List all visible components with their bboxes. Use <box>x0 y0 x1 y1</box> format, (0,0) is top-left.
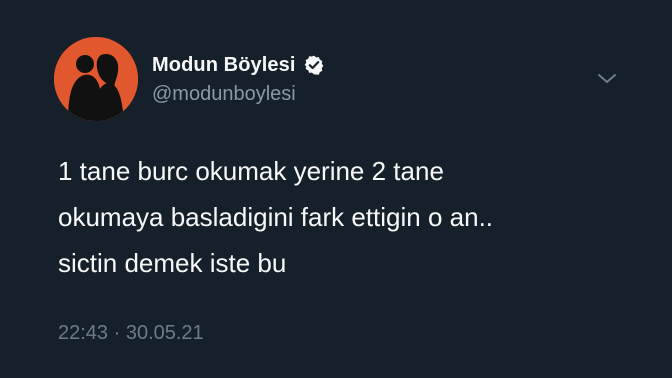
couple-silhouette-icon <box>54 37 138 121</box>
tweet-card: Modun Böylesi @modunboylesi 1 tane burc … <box>0 0 672 378</box>
avatar[interactable] <box>54 37 138 121</box>
handle[interactable]: @modunboylesi <box>152 83 296 106</box>
author-row: Modun Böylesi <box>152 51 325 79</box>
more-options-button[interactable] <box>592 66 622 92</box>
display-name[interactable]: Modun Böylesi <box>152 54 296 77</box>
verified-badge-icon <box>303 54 325 76</box>
chevron-down-icon <box>598 74 616 83</box>
tweet-text: 1 tane burc okumak yerine 2 tane okumaya… <box>58 156 494 278</box>
tweet-timestamp[interactable]: 22:43 · 30.05.21 <box>58 322 204 345</box>
